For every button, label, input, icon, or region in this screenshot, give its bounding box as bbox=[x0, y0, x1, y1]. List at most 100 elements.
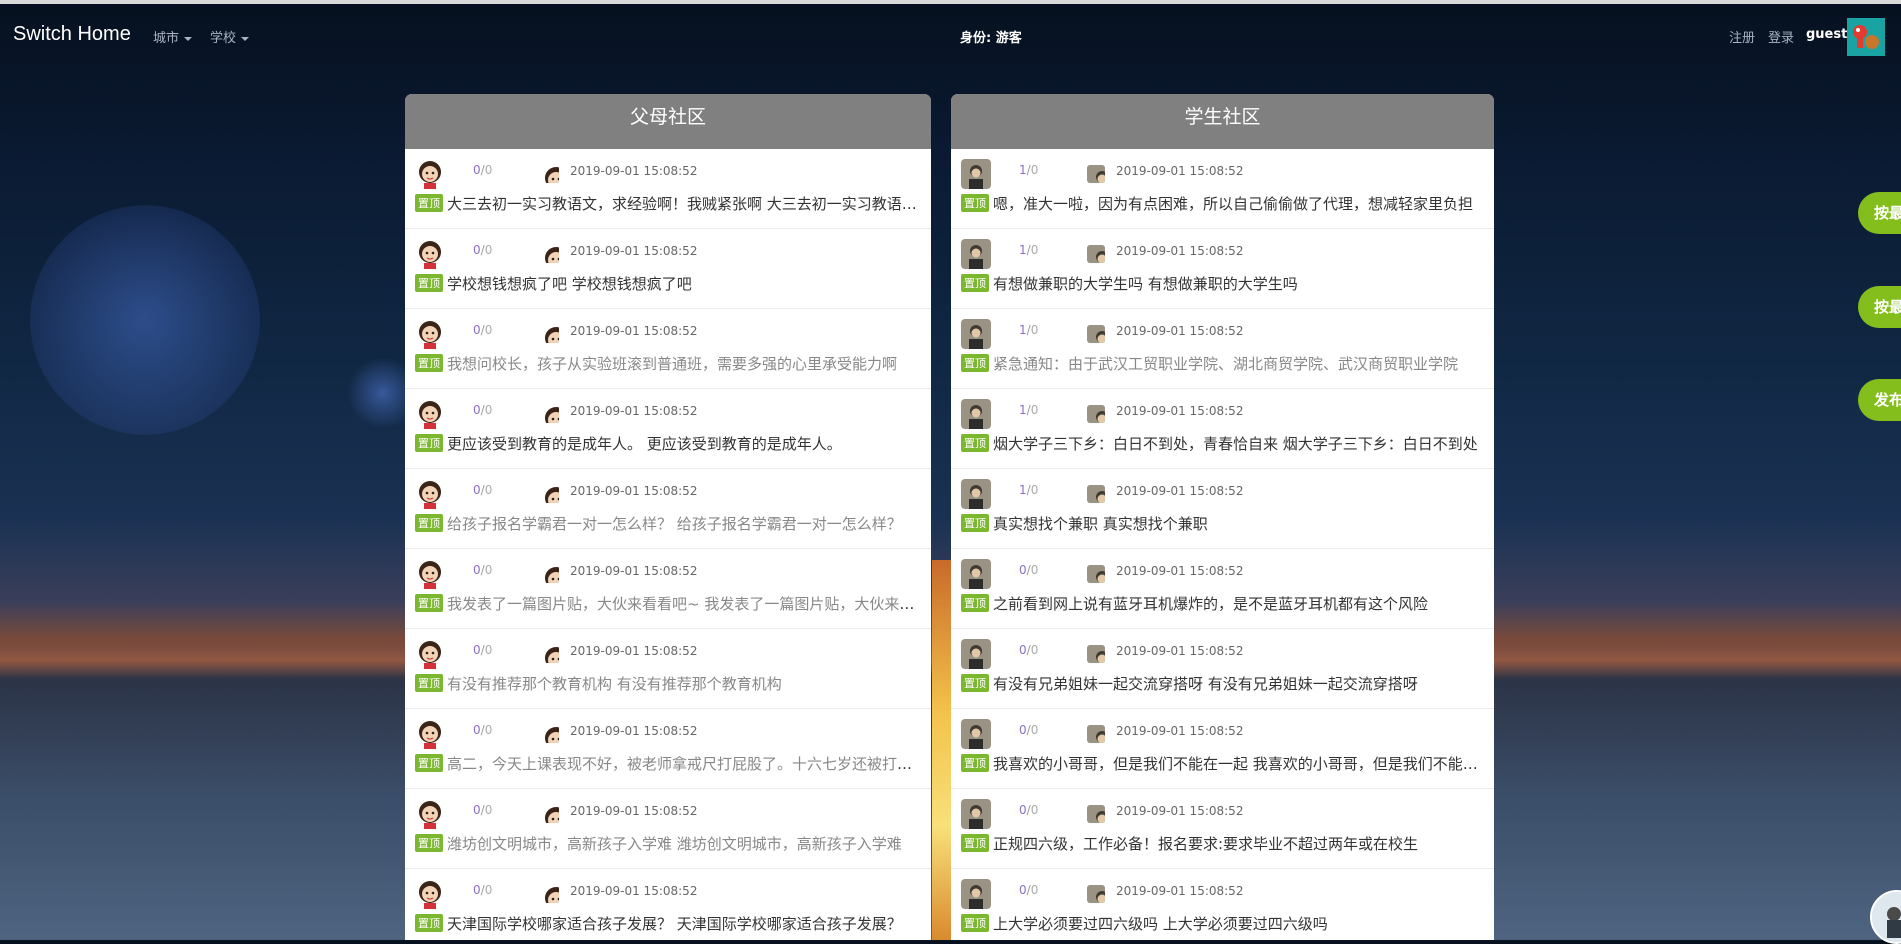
post-title-row[interactable]: 置顶 有想做兼职的大学生吗 有想做兼职的大学生吗 bbox=[961, 273, 1482, 294]
author-avatar-icon[interactable] bbox=[961, 239, 991, 269]
author-avatar-icon[interactable] bbox=[415, 319, 445, 349]
author-avatar-icon[interactable] bbox=[961, 399, 991, 429]
post-title-row[interactable]: 置顶 我喜欢的小哥哥，但是我们不能在一起 我喜欢的小哥哥，但是我们不能在一起 bbox=[961, 753, 1482, 774]
list-item[interactable]: 0/0 2019-09-01 15:08:52 置顶 我喜欢的小哥哥，但是我们不能在一… bbox=[951, 709, 1494, 789]
reply-avatar-icon bbox=[541, 725, 559, 743]
post-title[interactable]: 嗯，准大一啦，因为有点困难，所以自己偷偷做了代理，想减轻家里负担 bbox=[993, 195, 1473, 213]
list-item[interactable]: 0/0 2019-09-01 15:08:52 置顶 之前看到网上说有蓝牙耳机爆炸的，… bbox=[951, 549, 1494, 629]
post-title[interactable]: 我发表了一篇图片贴，大伙来看看吧~ 我发表了一篇图片贴，大伙来看看吧~ bbox=[447, 595, 919, 613]
post-title[interactable]: 我想问校长，孩子从实验班滚到普通班，需要多强的心里承受能力啊 bbox=[447, 355, 897, 373]
post-title-row[interactable]: 置顶 正规四六级，工作必备！报名要求:要求毕业不超过两年或在校生 bbox=[961, 833, 1482, 854]
list-item[interactable]: 0/0 2019-09-01 15:08:52 置顶 我想问校长，孩子从实验班滚到普通… bbox=[405, 309, 931, 389]
list-item[interactable]: 0/0 2019-09-01 15:08:52 置顶 更应该受到教育的是成年人。 更应… bbox=[405, 389, 931, 469]
sort-button-1[interactable]: 按最 bbox=[1858, 192, 1901, 234]
list-item[interactable]: 1/0 2019-09-01 15:08:52 置顶 嗯，准大一啦，因为有点困难，所以… bbox=[951, 149, 1494, 229]
register-link[interactable]: 注册 bbox=[1729, 27, 1755, 46]
post-title[interactable]: 烟大学子三下乡：白日不到处，青春恰自来 烟大学子三下乡：白日不到处 bbox=[993, 435, 1478, 453]
author-avatar-icon[interactable] bbox=[961, 719, 991, 749]
list-item[interactable]: 0/0 2019-09-01 15:08:52 置顶 天津国际学校哪家适合孩子发展？ … bbox=[405, 869, 931, 940]
post-title[interactable]: 有没有推荐那个教育机构 有没有推荐那个教育机构 bbox=[447, 675, 782, 693]
post-title-row[interactable]: 置顶 之前看到网上说有蓝牙耳机爆炸的，是不是蓝牙耳机都有这个风险 bbox=[961, 593, 1482, 614]
post-title[interactable]: 潍坊创文明城市，高新孩子入学难 潍坊创文明城市，高新孩子入学难 bbox=[447, 835, 902, 853]
post-title[interactable]: 有没有兄弟姐妹一起交流穿搭呀 有没有兄弟姐妹一起交流穿搭呀 bbox=[993, 675, 1418, 693]
list-item[interactable]: 0/0 2019-09-01 15:08:52 置顶 给孩子报名学霸君一对一怎么样？ … bbox=[405, 469, 931, 549]
sort-button-2[interactable]: 按最 bbox=[1858, 286, 1901, 328]
list-item[interactable]: 0/0 2019-09-01 15:08:52 置顶 大三去初一实习教语文，求经验啊！… bbox=[405, 149, 931, 229]
post-title-row[interactable]: 置顶 更应该受到教育的是成年人。 更应该受到教育的是成年人。 bbox=[415, 433, 919, 454]
pinned-badge: 置顶 bbox=[415, 834, 443, 852]
brand-link[interactable]: Switch Home bbox=[13, 23, 131, 46]
list-item[interactable]: 0/0 2019-09-01 15:08:52 置顶 我发表了一篇图片贴，大伙来看看吧… bbox=[405, 549, 931, 629]
post-title-row[interactable]: 置顶 学校想钱想疯了吧 学校想钱想疯了吧 bbox=[415, 273, 919, 294]
author-avatar-icon[interactable] bbox=[961, 159, 991, 189]
post-title[interactable]: 正规四六级，工作必备！报名要求:要求毕业不超过两年或在校生 bbox=[993, 835, 1418, 853]
author-avatar-icon[interactable] bbox=[961, 319, 991, 349]
post-title[interactable]: 真实想找个兼职 真实想找个兼职 bbox=[993, 515, 1208, 533]
author-avatar-icon[interactable] bbox=[961, 879, 991, 909]
publish-button[interactable]: 发布 bbox=[1858, 379, 1901, 421]
post-title[interactable]: 之前看到网上说有蓝牙耳机爆炸的，是不是蓝牙耳机都有这个风险 bbox=[993, 595, 1428, 613]
post-title-row[interactable]: 置顶 真实想找个兼职 真实想找个兼职 bbox=[961, 513, 1482, 534]
post-title[interactable]: 给孩子报名学霸君一对一怎么样？ 给孩子报名学霸君一对一怎么样？ bbox=[447, 515, 902, 533]
author-avatar-icon[interactable] bbox=[415, 159, 445, 189]
count-primary: 0 bbox=[473, 643, 481, 657]
post-title-row[interactable]: 置顶 高二，今天上课表现不好，被老师拿戒尺打屁股了。十六七岁还被打屁股 bbox=[415, 753, 919, 774]
author-avatar-icon[interactable] bbox=[415, 479, 445, 509]
post-title-row[interactable]: 置顶 我想问校长，孩子从实验班滚到普通班，需要多强的心里承受能力啊 bbox=[415, 353, 919, 374]
post-title-row[interactable]: 置顶 有没有推荐那个教育机构 有没有推荐那个教育机构 bbox=[415, 673, 919, 694]
list-item[interactable]: 1/0 2019-09-01 15:08:52 置顶 烟大学子三下乡：白日不到处，青春… bbox=[951, 389, 1494, 469]
post-title-row[interactable]: 置顶 给孩子报名学霸君一对一怎么样？ 给孩子报名学霸君一对一怎么样？ bbox=[415, 513, 919, 534]
author-avatar-icon[interactable] bbox=[415, 719, 445, 749]
post-title-row[interactable]: 置顶大三去初一实习教语文，求经验啊！我贼紧张啊 大三去初一实习教语文，求经验啊！… bbox=[415, 193, 919, 214]
count-secondary: 0 bbox=[1030, 883, 1039, 897]
list-item[interactable]: 0/0 2019-09-01 15:08:52 置顶 有没有兄弟姐妹一起交流穿搭呀 有… bbox=[951, 629, 1494, 709]
list-item[interactable]: 0/0 2019-09-01 15:08:52 置顶 潍坊创文明城市，高新孩子入学难 … bbox=[405, 789, 931, 869]
list-item[interactable]: 1/0 2019-09-01 15:08:52 置顶 紧急通知：由于武汉工贸职业学院、… bbox=[951, 309, 1494, 389]
author-avatar-icon[interactable] bbox=[415, 559, 445, 589]
post-title[interactable]: 紧急通知：由于武汉工贸职业学院、湖北商贸学院、武汉商贸职业学院 bbox=[993, 355, 1458, 373]
post-title[interactable]: 学校想钱想疯了吧 学校想钱想疯了吧 bbox=[447, 275, 692, 293]
list-item[interactable]: 1/0 2019-09-01 15:08:52 置顶 真实想找个兼职 真实想找个兼职 bbox=[951, 469, 1494, 549]
post-title[interactable]: 上大学必须要过四六级吗 上大学必须要过四六级吗 bbox=[993, 915, 1328, 933]
post-title[interactable]: 大三去初一实习教语文，求经验啊！我贼紧张啊 大三去初一实习教语文，求经验啊！我贼… bbox=[447, 195, 919, 213]
city-dropdown[interactable]: 城市 bbox=[153, 27, 193, 46]
author-avatar-icon[interactable] bbox=[415, 399, 445, 429]
list-item[interactable]: 0/0 2019-09-01 15:08:52 置顶 高二，今天上课表现不好，被老师拿… bbox=[405, 709, 931, 789]
author-avatar-icon[interactable] bbox=[961, 799, 991, 829]
post-title-row[interactable]: 置顶 紧急通知：由于武汉工贸职业学院、湖北商贸学院、武汉商贸职业学院 bbox=[961, 353, 1482, 374]
post-title-row[interactable]: 置顶 烟大学子三下乡：白日不到处，青春恰自来 烟大学子三下乡：白日不到处 bbox=[961, 433, 1482, 454]
corner-avatar-icon[interactable] bbox=[1870, 890, 1901, 944]
list-item[interactable]: 0/0 2019-09-01 15:08:52 置顶 学校想钱想疯了吧 学校想钱想疯了… bbox=[405, 229, 931, 309]
school-dropdown[interactable]: 学校 bbox=[210, 27, 250, 46]
author-avatar-icon[interactable] bbox=[415, 799, 445, 829]
post-title[interactable]: 高二，今天上课表现不好，被老师拿戒尺打屁股了。十六七岁还被打屁股 bbox=[447, 755, 919, 773]
count-secondary: 0 bbox=[484, 483, 493, 497]
author-avatar-icon[interactable] bbox=[415, 639, 445, 669]
post-title[interactable]: 我喜欢的小哥哥，但是我们不能在一起 我喜欢的小哥哥，但是我们不能在一起 bbox=[993, 755, 1482, 773]
post-title[interactable]: 更应该受到教育的是成年人。 更应该受到教育的是成年人。 bbox=[447, 435, 842, 453]
list-item[interactable]: 1/0 2019-09-01 15:08:52 置顶 有想做兼职的大学生吗 有想做兼职… bbox=[951, 229, 1494, 309]
post-title-row[interactable]: 置顶 我发表了一篇图片贴，大伙来看看吧~ 我发表了一篇图片贴，大伙来看看吧~ bbox=[415, 593, 919, 614]
author-avatar-icon[interactable] bbox=[415, 879, 445, 909]
post-title-row[interactable]: 置顶 嗯，准大一啦，因为有点困难，所以自己偷偷做了代理，想减轻家里负担 bbox=[961, 193, 1482, 214]
login-link[interactable]: 登录 bbox=[1768, 27, 1794, 46]
post-title[interactable]: 有想做兼职的大学生吗 有想做兼职的大学生吗 bbox=[993, 275, 1298, 293]
list-item[interactable]: 0/0 2019-09-01 15:08:52 置顶 上大学必须要过四六级吗 上大学必… bbox=[951, 869, 1494, 940]
count-secondary: 0 bbox=[484, 323, 493, 337]
post-title-row[interactable]: 置顶 有没有兄弟姐妹一起交流穿搭呀 有没有兄弟姐妹一起交流穿搭呀 bbox=[961, 673, 1482, 694]
list-item[interactable]: 0/0 2019-09-01 15:08:52 置顶 有没有推荐那个教育机构 有没有推… bbox=[405, 629, 931, 709]
user-avatar-icon[interactable] bbox=[1847, 18, 1885, 56]
identity-label: 身份: 游客 bbox=[960, 31, 1022, 46]
post-title-row[interactable]: 置顶 上大学必须要过四六级吗 上大学必须要过四六级吗 bbox=[961, 913, 1482, 934]
author-avatar-icon[interactable] bbox=[961, 479, 991, 509]
post-title-row[interactable]: 置顶 潍坊创文明城市，高新孩子入学难 潍坊创文明城市，高新孩子入学难 bbox=[415, 833, 919, 854]
author-avatar-icon[interactable] bbox=[415, 239, 445, 269]
count-primary: 0 bbox=[473, 323, 481, 337]
author-avatar-icon[interactable] bbox=[961, 639, 991, 669]
author-avatar-icon[interactable] bbox=[961, 559, 991, 589]
count-primary: 0 bbox=[473, 883, 481, 897]
post-title[interactable]: 天津国际学校哪家适合孩子发展？ 天津国际学校哪家适合孩子发展？ bbox=[447, 915, 902, 933]
post-title-row[interactable]: 置顶 天津国际学校哪家适合孩子发展？ 天津国际学校哪家适合孩子发展？ bbox=[415, 913, 919, 934]
post-counts: 0/0 bbox=[473, 483, 492, 497]
list-item[interactable]: 0/0 2019-09-01 15:08:52 置顶 正规四六级，工作必备！报名要求:… bbox=[951, 789, 1494, 869]
